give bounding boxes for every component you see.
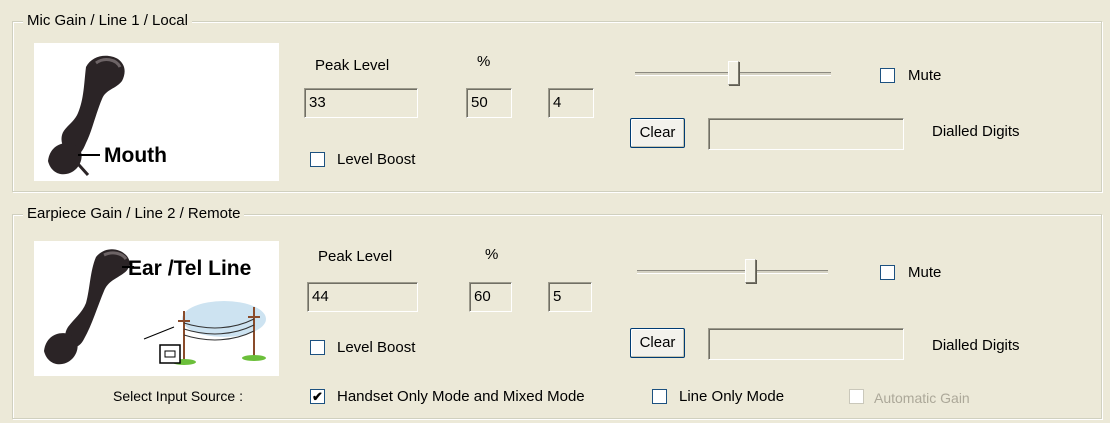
mic-mute-checkbox[interactable] (880, 68, 895, 83)
automatic-gain-label: Automatic Gain (874, 390, 970, 406)
earpiece-percent-field: 60 (469, 282, 512, 312)
earpiece-gain-group: Earpiece Gain / Line 2 / Remote Ear /Tel… (12, 205, 1102, 419)
earpiece-dialled-digits-field (708, 328, 904, 360)
earpiece-gain-slider[interactable] (637, 256, 828, 286)
mic-gain-slider-thumb[interactable] (728, 61, 739, 85)
line-only-mode-label[interactable]: Line Only Mode (679, 388, 784, 406)
line-only-mode-checkbox[interactable] (652, 389, 667, 404)
earpiece-level-boost-label[interactable]: Level Boost (337, 339, 415, 357)
mic-mute-label[interactable]: Mute (908, 67, 941, 85)
earpiece-clear-button[interactable]: Clear (630, 328, 685, 358)
earpiece-dialled-digits-label: Dialled Digits (932, 337, 1020, 354)
automatic-gain-checkbox (849, 389, 864, 404)
mic-dialled-digits-field (708, 118, 904, 150)
mic-gain-slider[interactable] (635, 58, 831, 88)
earpiece-percent-label: % (485, 246, 499, 263)
earpiece-handset-image: Ear /Tel Line (34, 241, 279, 376)
mic-gain-group-title: Mic Gain / Line 1 / Local (23, 12, 192, 30)
earpiece-gain-slider-thumb[interactable] (745, 259, 756, 283)
mic-level-boost-label[interactable]: Level Boost (337, 151, 415, 169)
mic-gain-group: Mic Gain / Line 1 / Local Mouth Peak Lev… (12, 12, 1102, 192)
mic-handset-image: Mouth (34, 43, 279, 181)
select-input-source-label: Select Input Source : (113, 388, 243, 404)
earpiece-image-label: Ear /Tel Line (128, 257, 252, 280)
mic-peak-level-field: 33 (304, 88, 418, 118)
mic-clear-button[interactable]: Clear (630, 118, 685, 148)
earpiece-mute-label[interactable]: Mute (908, 264, 941, 282)
earpiece-gain-group-title: Earpiece Gain / Line 2 / Remote (23, 205, 245, 223)
mic-level-field: 4 (548, 88, 594, 118)
mic-dialled-digits-label: Dialled Digits (932, 123, 1020, 140)
earpiece-peak-level-field: 44 (307, 282, 418, 312)
earpiece-gain-slider-track (637, 270, 828, 274)
earpiece-mute-checkbox[interactable] (880, 265, 895, 280)
mic-level-boost-checkbox[interactable] (310, 152, 325, 167)
earpiece-level-field: 5 (548, 282, 592, 312)
mic-percent-field: 50 (466, 88, 512, 118)
mic-image-label: Mouth (104, 144, 167, 167)
earpiece-peak-level-label: Peak Level (318, 248, 393, 265)
earpiece-level-boost-checkbox[interactable] (310, 340, 325, 355)
mic-peak-level-label: Peak Level (315, 57, 390, 74)
handset-mixed-mode-checkbox[interactable]: ✔ (310, 389, 325, 404)
handset-mixed-mode-label[interactable]: Handset Only Mode and Mixed Mode (337, 388, 585, 406)
mic-percent-label: % (477, 53, 491, 70)
